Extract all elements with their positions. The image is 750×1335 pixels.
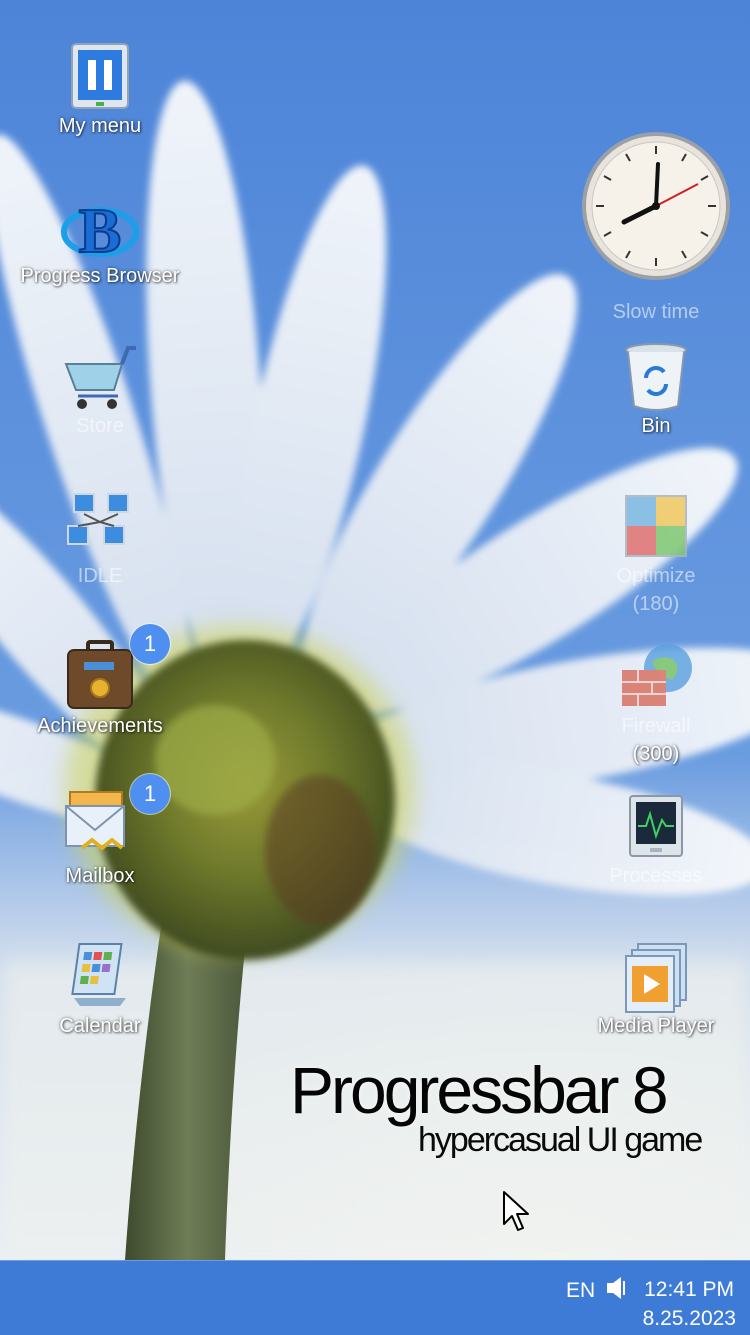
notification-badge: 1 (130, 624, 170, 664)
browser-icon: B (60, 190, 140, 270)
svg-text:B: B (79, 195, 122, 266)
desktop-icon-label: Slow time (612, 301, 700, 323)
monitor-icon (616, 790, 696, 870)
taskbar: EN 12:41 PM 8.25.2023 (0, 1260, 750, 1335)
notification-badge: 1 (130, 774, 170, 814)
desktop-icon-bin[interactable]: Bin (556, 340, 750, 440)
desktop-icon-slow-time[interactable]: Slow time (580, 130, 732, 324)
blocks-icon (616, 490, 696, 570)
branding: Progressbar 8 hypercasual UI game (290, 1052, 730, 1160)
network-icon (60, 490, 140, 570)
clock-icon (582, 132, 730, 280)
recycle-bin-icon (616, 340, 696, 420)
game-subtitle: hypercasual UI game (418, 1121, 703, 1159)
desktop-icon-idle[interactable]: IDLE (0, 490, 200, 590)
desktop-icon-achievements[interactable]: 1 Achievements (0, 624, 200, 740)
language-indicator[interactable]: EN (566, 1279, 595, 1303)
speaker-icon[interactable] (604, 1275, 630, 1301)
desktop-icon-processes[interactable]: Processes (556, 790, 750, 890)
mail-icon: 1 (60, 774, 170, 870)
desktop-icon-my-menu[interactable]: My menu (0, 40, 200, 140)
media-player-icon (616, 940, 696, 1020)
taskbar-time[interactable]: 12:41 PM (644, 1278, 734, 1302)
desktop-icon-calendar[interactable]: Calendar (0, 940, 200, 1040)
game-title: Progressbar 8 (290, 1053, 669, 1127)
cart-icon (60, 340, 140, 420)
my-menu-icon (60, 40, 140, 120)
desktop-icon-mailbox[interactable]: 1 Mailbox (0, 774, 200, 890)
taskbar-date[interactable]: 8.25.2023 (643, 1307, 736, 1331)
desktop-icon-sublabel: (180) (632, 593, 680, 615)
desktop-icon-media-player[interactable]: Media Player (556, 940, 750, 1040)
desktop-icon-store[interactable]: Store (0, 340, 200, 440)
desktop-icon-optimize[interactable]: Optimize (180) (556, 490, 750, 618)
desktop-icon-sublabel: (300) (632, 743, 680, 765)
firewall-icon (616, 640, 696, 720)
mouse-cursor-icon (503, 1191, 529, 1231)
desktop-icon-firewall[interactable]: Firewall (300) (556, 640, 750, 768)
desktop-icon-progress-browser[interactable]: B Progress Browser (0, 190, 200, 290)
briefcase-icon: 1 (60, 624, 170, 720)
calendar-icon (60, 940, 140, 1020)
